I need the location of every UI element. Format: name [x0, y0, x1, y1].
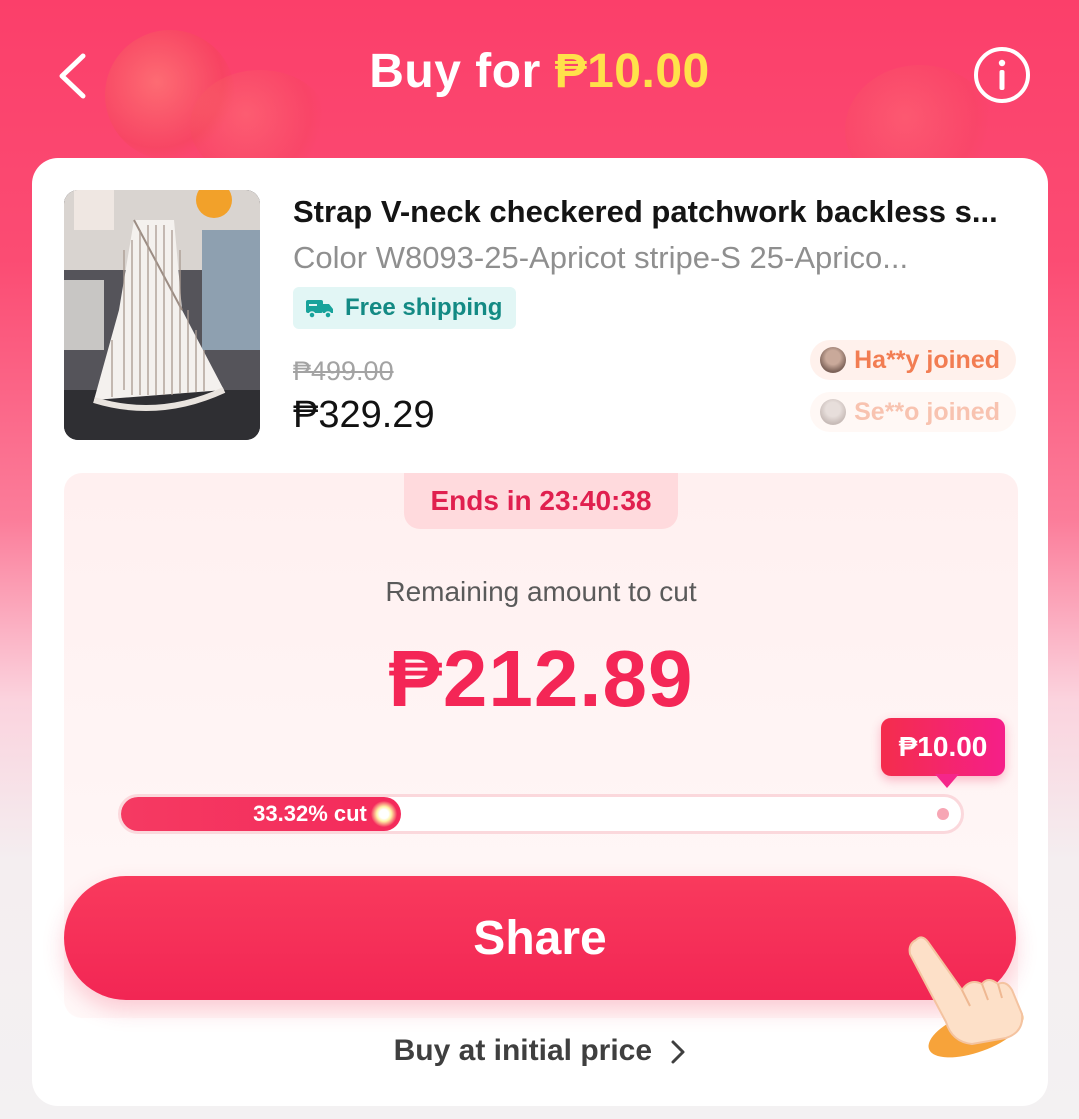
buy-initial-label: Buy at initial price	[393, 1034, 653, 1067]
truck-icon	[306, 300, 333, 319]
avatar	[820, 399, 847, 425]
dress-photo-illustration	[64, 190, 260, 440]
remaining-label: Remaining amount to cut	[385, 576, 697, 607]
share-button[interactable]: Share	[64, 876, 1016, 1000]
cut-progress-fill: 33.32% cut	[121, 797, 401, 831]
avatar	[820, 347, 847, 373]
remaining-amount: ₱212.89	[388, 634, 694, 723]
product-variant: Color W8093-25-Apricot stripe-S 25-Apric…	[293, 240, 909, 275]
chevron-right-icon	[671, 1040, 685, 1064]
info-button[interactable]	[973, 46, 1031, 104]
cut-progress-bar: 33.32% cut	[118, 794, 964, 834]
progress-end-dot	[937, 808, 949, 820]
title-price: ₱10.00	[554, 45, 710, 98]
bargain-card: Strap V-neck checkered patchwork backles…	[32, 158, 1048, 1106]
sparkle-icon	[370, 801, 397, 827]
share-label: Share	[473, 911, 607, 965]
free-shipping-label: Free shipping	[345, 294, 503, 321]
joined-pill: Ha**y joined	[810, 340, 1016, 380]
current-price: ₱329.29	[293, 394, 435, 436]
info-icon	[974, 47, 1030, 103]
buy-initial-price-link[interactable]: Buy at initial price	[32, 1034, 1048, 1068]
joined-pill: Se**o joined	[810, 392, 1016, 432]
product-image[interactable]	[64, 190, 260, 440]
target-price-bubble: ₱10.00	[881, 718, 1005, 788]
countdown-timer: Ends in 23:40:38	[404, 473, 678, 529]
original-price: ₱499.00	[293, 356, 394, 386]
free-shipping-badge: Free shipping	[293, 287, 517, 329]
page-title: Buy for ₱10.00	[0, 44, 1079, 99]
header: Buy for ₱10.00	[0, 0, 1079, 150]
progress-label: 33.32% cut	[253, 801, 367, 826]
title-prefix: Buy for	[369, 45, 541, 98]
joined-label: Ha**y joined	[854, 345, 1000, 374]
product-title[interactable]: Strap V-neck checkered patchwork backles…	[293, 194, 1021, 230]
joined-label: Se**o joined	[854, 397, 1000, 426]
